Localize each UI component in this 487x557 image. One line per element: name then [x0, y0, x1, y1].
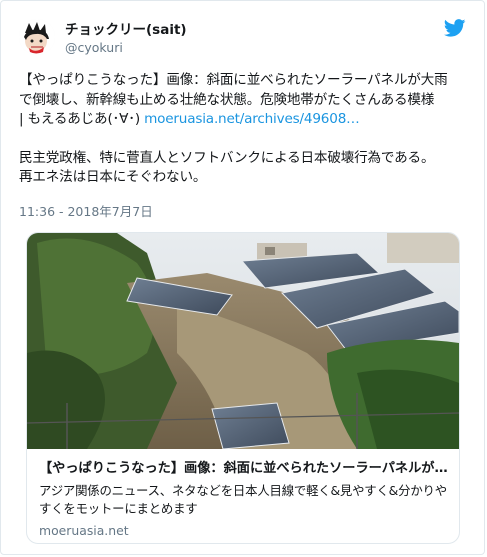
tweet-text: 【やっぱりこうなった】画像：斜面に並べられたソーラーパネルが大雨 で倒壊し、新幹… — [19, 71, 471, 188]
tweet-embed: チョックリー(sait) @cyokuri 【やっぱりこうなった】画像：斜面に並… — [0, 0, 485, 555]
tweet-text-line: 民主党政権、特に菅直人とソフトバンクによる日本破壊行為である。 — [19, 149, 435, 166]
tweet-header: チョックリー(sait) @cyokuri — [19, 17, 466, 61]
author-handle[interactable]: @cyokuri — [65, 39, 187, 56]
tweet-text-source: | もえるあじあ(･∀･) — [19, 111, 140, 127]
link-card[interactable]: 【やっぱりこうなった】画像：斜面に並べられたソーラーパネルが大雨… アジア関係の… — [26, 232, 460, 544]
author-display-name[interactable]: チョックリー(sait) — [65, 21, 187, 39]
tweet-text-line: 再エネ法は日本にそぐわない。 — [19, 169, 207, 185]
avatar[interactable] — [19, 19, 55, 55]
card-description: アジア関係のニュース、ネタなどを日本人目線で軽く&見やすく&分かりや すくをモッ… — [39, 482, 449, 518]
author-names[interactable]: チョックリー(sait) @cyokuri — [65, 21, 187, 56]
card-domain[interactable]: moeruasia.net — [39, 522, 449, 540]
card-title[interactable]: 【やっぱりこうなった】画像：斜面に並べられたソーラーパネルが大雨… — [39, 460, 449, 478]
tweet-timestamp[interactable]: 11:36 - 2018年7月7日 — [19, 201, 153, 220]
article-link[interactable]: moeruasia.net/archives/49608… — [144, 111, 360, 127]
card-description-line: アジア関係のニュース、ネタなどを日本人目線で軽く&見やすく&分かりや — [39, 483, 447, 498]
tweet-text-line: | もえるあじあ(･∀･) moeruasia.net/archives/496… — [19, 110, 471, 130]
tweet-text-line: 【やっぱりこうなった】画像：斜面に並べられたソーラーパネルが大雨 — [19, 72, 448, 88]
card-description-line: すくをモットーにまとめます — [39, 501, 198, 516]
twitter-bird-icon[interactable] — [443, 19, 466, 37]
card-text[interactable]: 【やっぱりこうなった】画像：斜面に並べられたソーラーパネルが大雨… アジア関係の… — [39, 460, 449, 540]
card-image[interactable] — [27, 233, 459, 449]
tweet-text-line: で倒壊し、新幹線も止める壮絶な状態。危険地帯がたくさんある模様 — [19, 91, 435, 108]
